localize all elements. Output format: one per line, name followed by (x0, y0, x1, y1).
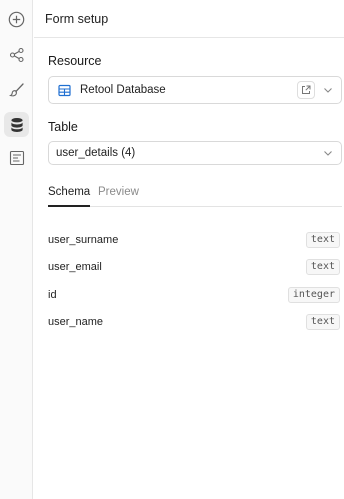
graph-button[interactable] (4, 42, 29, 67)
table-value: user_details (4) (56, 147, 136, 159)
paintbrush-icon (8, 82, 24, 96)
column-type-badge: text (305, 314, 340, 330)
form-button[interactable] (4, 145, 29, 170)
tab-schema[interactable]: Schema (48, 186, 91, 207)
styles-button[interactable] (4, 77, 29, 102)
chevron-down-icon (324, 151, 332, 156)
schema-preview-tabs: Schema Preview (48, 184, 342, 207)
table-grid-icon (58, 84, 71, 96)
add-component-button[interactable] (4, 7, 29, 32)
panel-title: Form setup (45, 11, 109, 26)
schema-row: id integer (48, 287, 340, 303)
resource-value: Retool Database (80, 84, 166, 96)
open-resource-button[interactable] (297, 81, 315, 99)
database-icon (10, 117, 23, 132)
left-icon-rail (0, 0, 33, 499)
add-circle-icon (8, 11, 25, 28)
table-select[interactable]: user_details (4) (48, 141, 342, 165)
column-type-badge: integer (287, 287, 340, 303)
column-name: user_name (48, 316, 104, 328)
column-name: user_email (48, 261, 102, 273)
resource-label: Resource (48, 54, 102, 68)
panel-header: Form setup (34, 0, 344, 38)
form-icon (9, 150, 24, 165)
column-type-badge: text (305, 232, 340, 248)
tab-preview[interactable]: Preview (98, 186, 139, 198)
share-nodes-icon (9, 47, 24, 62)
schema-row: user_surname text (48, 232, 340, 248)
schema-row: user_name text (48, 314, 340, 330)
table-label: Table (48, 120, 78, 134)
schema-row: user_email text (48, 259, 340, 275)
database-button[interactable] (4, 112, 29, 137)
column-name: user_surname (48, 234, 119, 246)
chevron-down-icon (324, 88, 332, 93)
column-type-badge: text (305, 259, 340, 275)
external-link-icon (302, 85, 311, 94)
resource-select[interactable]: Retool Database (48, 76, 342, 104)
column-name: id (48, 289, 57, 301)
form-setup-panel: Form setup Resource Retool Database Tabl… (34, 0, 344, 499)
